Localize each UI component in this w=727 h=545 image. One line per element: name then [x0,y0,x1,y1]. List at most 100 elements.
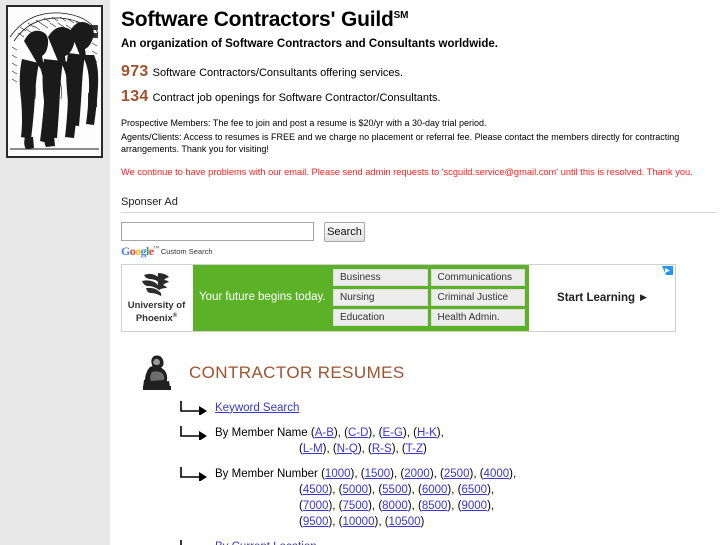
link-number-4000[interactable]: 4000 [484,468,510,480]
link-name-n-q[interactable]: N-Q [337,443,358,455]
resume-option-by-member-name: By Member Name (A-B), (C-D), (E-G), (H-K… [180,425,727,457]
link-number-5500[interactable]: 5500 [382,484,408,496]
page-root: Software Contractors' GuildSM An organiz… [0,0,727,545]
resume-option-keyword-search: Keyword Search [180,400,727,416]
stat-count-resumes: 973 [121,63,149,80]
link-name-r-s[interactable]: R-S [372,443,392,455]
blurb-agents-clients: Agents/Clients: Access to resumes is FRE… [121,131,680,155]
ad-green-panel: Your future begins today. Business Nursi… [193,264,529,331]
resume-option-by-current-location: By Current Location [180,539,727,545]
trademark-icon: ™ [153,245,159,252]
link-number-8500[interactable]: 8500 [422,500,448,512]
ad-program-education[interactable]: Education [333,309,428,326]
blurb-prospective-members: Prospective Members: The fee to join and… [121,118,487,128]
site-title-text: Software Contractors' Guild [121,8,394,31]
search-area: Search Google™ Custom Search [110,213,727,257]
service-mark: SM [393,10,409,21]
member-number-lines: By Member Number (1000), (1500), (2000),… [215,466,516,530]
google-custom-search-brand: Google™ Custom Search [121,245,727,257]
custom-search-label: Custom Search [160,246,213,256]
sponsor-ad-banner[interactable]: University of Phoenix® Your future begin… [121,263,676,332]
stat-row-resumes: 973 Software Contractors/Consultants offe… [121,63,727,81]
by-member-name-label: By Member Name [215,426,308,439]
ad-program-criminal-justice[interactable]: Criminal Justice [430,289,525,306]
ad-program-column-right: Communications Criminal Justice Health A… [430,269,525,326]
link-number-7500[interactable]: 7500 [343,500,369,512]
stat-row-jobs: 134 Contract job openings for Software Co… [121,88,727,106]
sidebar [0,0,110,545]
link-by-current-location[interactable]: By Current Location [215,541,317,545]
by-member-name-body: By Member Name (A-B), (C-D), (E-G), (H-K… [215,425,444,457]
link-keyword-search[interactable]: Keyword Search [215,402,299,414]
google-logo: Google™ [121,243,159,258]
link-number-10000[interactable]: 10000 [343,516,375,528]
stats-block: 973 Software Contractors/Consultants offe… [110,50,727,106]
email-notice: We continue to have problems with our em… [121,166,693,177]
link-number-8000[interactable]: 8000 [382,500,408,512]
member-number-line-1: By Member Number (1000), (1500), (2000),… [215,467,517,480]
registered-mark: ® [172,312,178,319]
resume-option-by-member-number: By Member Number (1000), (1500), (2000),… [180,466,727,530]
ad-cta-button[interactable]: Start Learning ▶ [529,264,675,331]
member-number-line-4: (9500), (10000), (10500) [299,515,425,528]
woodcut-illustration [6,5,103,158]
link-name-l-m[interactable]: L-M [303,443,323,455]
ad-slogan: Your future begins today. [199,291,326,303]
member-name-line-2: (L-M), (N-Q), (R-S), (T-Z) [299,442,427,455]
by-member-number-label: By Member Number [215,467,318,480]
elbow-arrow-icon [180,539,200,545]
contractor-resumes-section: CONTRACTOR RESUMES Keyword Search By Mem… [110,354,727,545]
link-number-1500[interactable]: 1500 [365,468,391,480]
link-name-t-z[interactable]: T-Z [406,443,423,455]
ad-program-column-left: Business Nursing Education [333,269,428,326]
member-name-line-1: By Member Name (A-B), (C-D), (E-G), (H-K… [215,426,444,439]
ad-program-communications[interactable]: Communications [430,269,525,286]
sponsor-ad-label: Sponser Ad [121,195,178,208]
link-name-h-k[interactable]: H-K [417,427,437,439]
link-name-e-g[interactable]: E-G [382,427,402,439]
member-number-line-3: (7000), (7500), (8000), (8500), (9000), [299,499,495,512]
link-number-2500[interactable]: 2500 [444,468,470,480]
stat-label-jobs: Contract job openings for Software Contr… [152,92,441,104]
ad-program-nursing[interactable]: Nursing [333,289,428,306]
ad-program-grid: Business Nursing Education Communication… [333,269,525,326]
by-member-number-body: By Member Number (1000), (1500), (2000),… [215,466,516,530]
thinker-statue-icon [143,355,171,390]
page-title: Software Contractors' GuildSM [110,0,727,32]
adchoices-icon[interactable] [662,265,673,275]
elbow-arrow-icon [180,425,207,440]
link-number-5000[interactable]: 5000 [343,484,369,496]
elbow-arrow-icon [180,400,207,415]
link-number-7000[interactable]: 7000 [303,500,329,512]
ad-cta-label: Start Learning [557,291,636,304]
search-button[interactable]: Search [324,221,365,242]
link-number-6500[interactable]: 6500 [461,484,487,496]
link-number-2000[interactable]: 2000 [404,468,430,480]
member-name-lines: By Member Name (A-B), (C-D), (E-G), (H-K… [215,425,444,457]
ad-inner: University of Phoenix® Your future begin… [122,264,675,331]
ad-program-business[interactable]: Business [333,269,428,286]
search-row: Search [121,221,727,242]
link-number-9000[interactable]: 9000 [461,500,487,512]
contractor-resumes-header: CONTRACTOR RESUMES [141,354,727,392]
ad-program-health-admin[interactable]: Health Admin. [430,309,525,326]
advertiser-logo: University of Phoenix® [122,264,193,331]
site-tagline: An organization of Software Contractors … [121,38,498,50]
link-name-c-d[interactable]: C-D [348,427,368,439]
search-input[interactable] [121,221,314,241]
by-current-location-body: By Current Location [215,539,317,545]
link-number-9500[interactable]: 9500 [303,516,329,528]
stat-count-jobs: 134 [121,88,149,105]
play-arrow-icon: ▶ [640,292,647,302]
contractor-resumes-links: Keyword Search By Member Name (A-B), (C-… [141,400,727,545]
link-number-6000[interactable]: 6000 [422,484,448,496]
link-number-1000[interactable]: 1000 [325,468,351,480]
phoenix-bird-icon [141,272,169,296]
elbow-arrow-icon [180,466,207,481]
member-number-line-2: (4500), (5000), (5500), (6000), (6500), [299,483,495,496]
keyword-search-body: Keyword Search [215,400,299,416]
stat-label-resumes: Software Contractors/Consultants offerin… [152,67,404,79]
link-number-10500[interactable]: 10500 [389,516,421,528]
link-number-4500[interactable]: 4500 [303,484,329,496]
link-name-a-b[interactable]: A-B [315,427,334,439]
